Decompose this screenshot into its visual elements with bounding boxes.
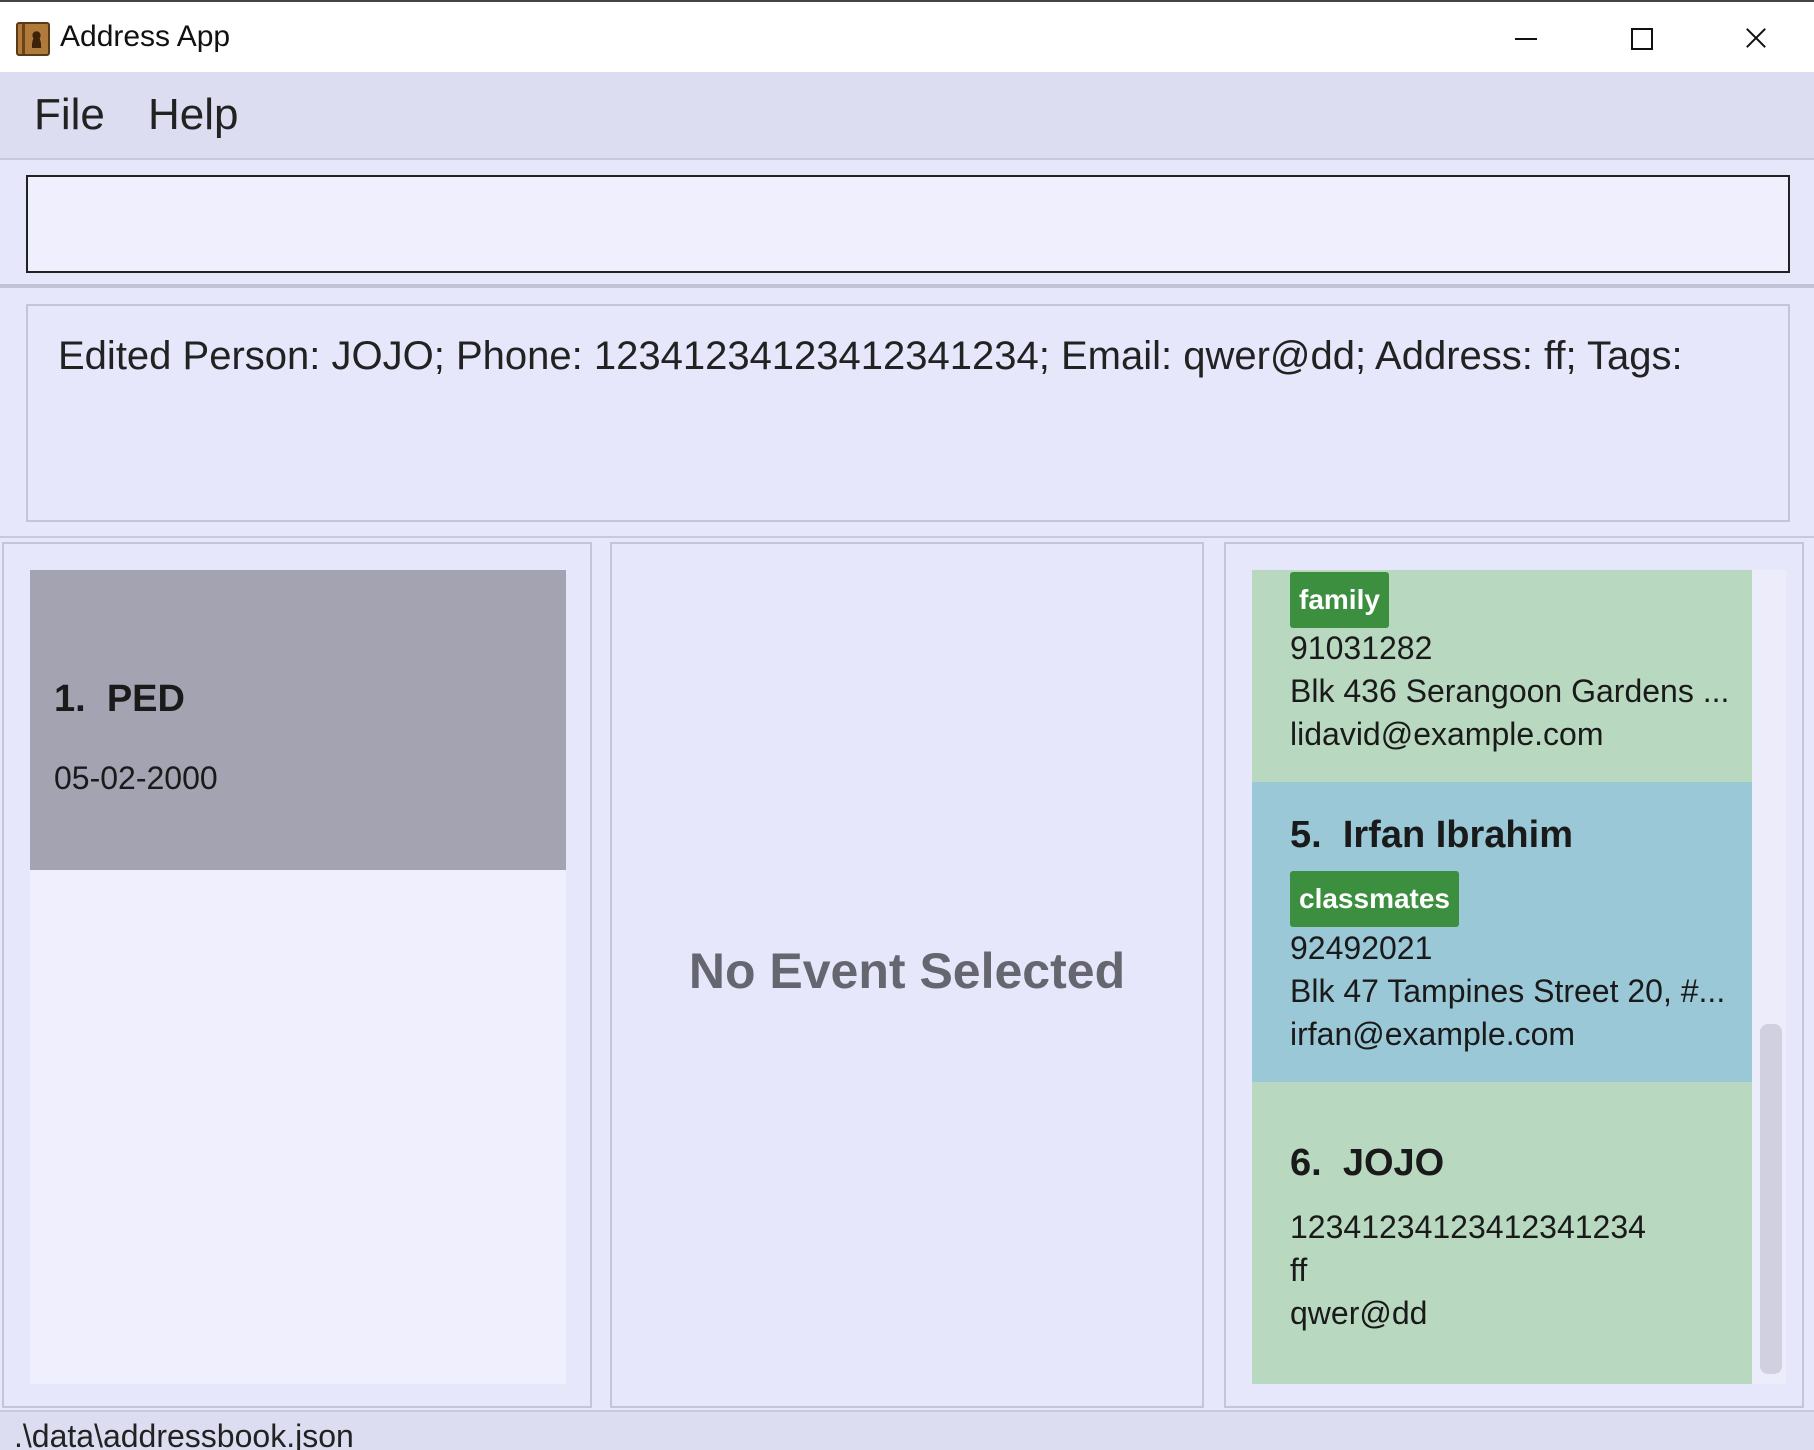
scrollbar-thumb[interactable] (1760, 1024, 1782, 1374)
person-card-title: 5. Irfan Ibrahim (1290, 814, 1573, 857)
command-box-area (0, 160, 1814, 288)
command-input[interactable] (26, 175, 1790, 273)
no-event-label: No Event Selected (688, 943, 1126, 999)
status-bar: .\data\addressbook.json (0, 1410, 1814, 1450)
maximize-icon[interactable] (1616, 16, 1666, 60)
title-bar: Address App (0, 0, 1814, 72)
result-display-area: Edited Person: JOJO; Phone: 123412341234… (0, 290, 1814, 538)
person-name: JOJO (1342, 1142, 1445, 1184)
person-address: ff (1290, 1252, 1308, 1288)
person-phone: 12341234123412341234 (1290, 1209, 1646, 1245)
event-detail-panel: No Event Selected (610, 542, 1204, 1408)
menu-bar: File Help (0, 72, 1814, 160)
event-name: PED (106, 678, 185, 720)
tag-badge: family (1290, 572, 1389, 628)
tag-badge: classmates (1290, 871, 1460, 927)
menu-file[interactable]: File (34, 90, 105, 140)
person-index: 6. (1290, 1142, 1322, 1184)
close-icon[interactable] (1732, 16, 1782, 60)
result-display: Edited Person: JOJO; Phone: 123412341234… (26, 304, 1790, 522)
person-email: lidavid@example.com (1290, 716, 1604, 752)
minimize-icon[interactable] (1500, 16, 1550, 60)
address-book-icon (16, 22, 50, 56)
person-name: Irfan Ibrahim (1342, 814, 1573, 856)
person-email: qwer@dd (1290, 1295, 1428, 1331)
person-card[interactable]: family 91031282 Blk 436 Serangoon Garden… (1252, 570, 1752, 782)
person-email: irfan@example.com (1290, 1016, 1576, 1052)
event-list[interactable]: 1. PED 05-02-2000 (30, 570, 566, 1384)
person-list[interactable]: family 91031282 Blk 436 Serangoon Garden… (1252, 570, 1752, 1384)
event-card-title: 1. PED (54, 678, 185, 721)
window-title: Address App (60, 20, 231, 53)
event-list-panel: 1. PED 05-02-2000 (2, 542, 592, 1408)
person-index: 5. (1290, 814, 1322, 856)
person-address: Blk 47 Tampines Street 20, #... (1290, 973, 1726, 1009)
save-location: .\data\addressbook.json (14, 1418, 354, 1450)
person-phone: 91031282 (1290, 630, 1433, 666)
event-index: 1. (54, 678, 86, 720)
person-address: Blk 436 Serangoon Gardens ... (1290, 673, 1730, 709)
person-card[interactable]: 5. Irfan Ibrahim classmates 92492021 Blk… (1252, 782, 1752, 1082)
person-card[interactable]: 6. JOJO 12341234123412341234 ff qwer@dd (1252, 1082, 1752, 1384)
person-list-panel: family 91031282 Blk 436 Serangoon Garden… (1224, 542, 1804, 1408)
person-card-title: 6. JOJO (1290, 1142, 1444, 1185)
person-phone: 92492021 (1290, 930, 1433, 966)
menu-help[interactable]: Help (148, 90, 239, 140)
event-card[interactable]: 1. PED 05-02-2000 (30, 570, 566, 870)
event-date: 05-02-2000 (54, 760, 218, 796)
